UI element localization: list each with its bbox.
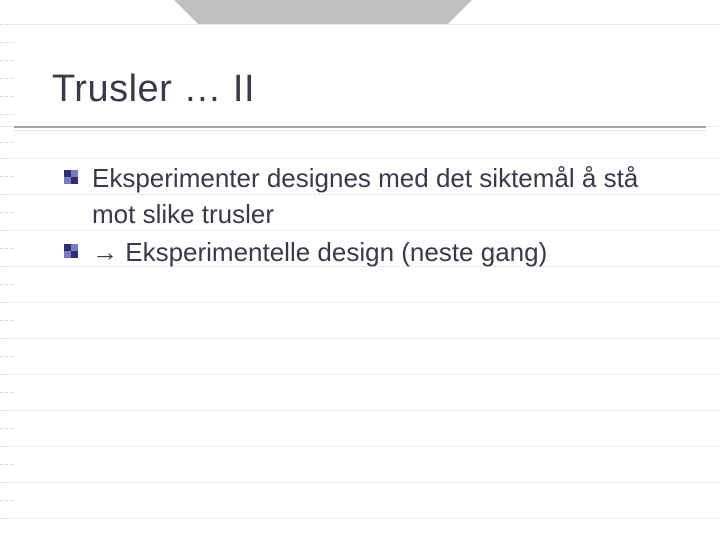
- slide-title: Trusler … II: [52, 68, 255, 111]
- slide-body: Eksperimenter designes med det siktemål …: [92, 160, 664, 272]
- top-tab-decoration: [198, 0, 448, 24]
- diamond-bullet-icon: [64, 244, 78, 258]
- arrow-icon: →: [92, 237, 118, 267]
- title-underline: [14, 126, 706, 128]
- slide: Trusler … II Eksperimenter designes med …: [0, 0, 720, 540]
- bullet-text: Eksperimenter designes med det siktemål …: [92, 163, 638, 229]
- bullet-item: → Eksperimentelle design (neste gang): [92, 234, 664, 270]
- diamond-bullet-icon: [64, 170, 78, 184]
- bullet-item: Eksperimenter designes med det siktemål …: [92, 160, 664, 232]
- bullet-text: Eksperimentelle design (neste gang): [118, 237, 547, 267]
